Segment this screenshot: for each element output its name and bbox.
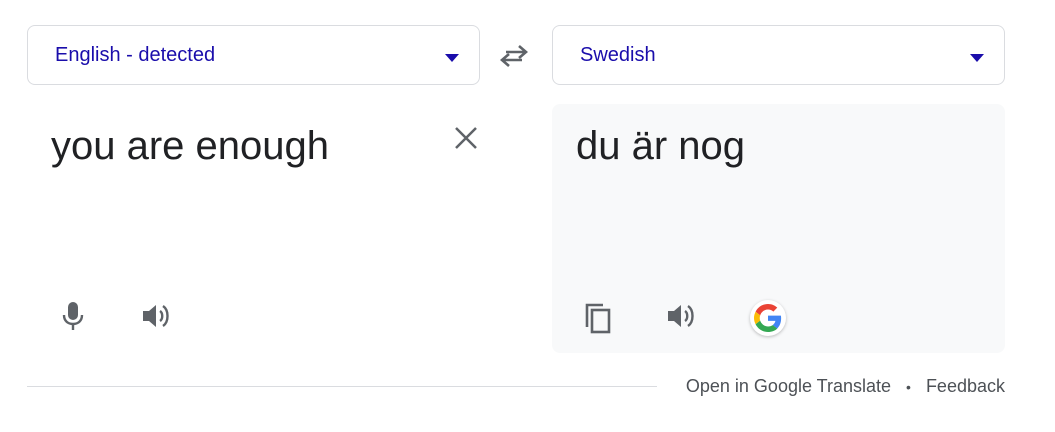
chevron-down-icon	[445, 54, 459, 62]
footer-separator: •	[906, 378, 911, 395]
microphone-icon	[62, 302, 84, 330]
listen-source-button[interactable]	[139, 296, 175, 336]
google-logo-icon	[754, 304, 782, 332]
source-language-label: English - detected	[55, 43, 216, 66]
source-text-input[interactable]: you are enough	[51, 122, 329, 170]
speaker-icon	[668, 305, 694, 327]
close-icon	[455, 127, 477, 149]
footer-links: Open in Google Translate • Feedback	[686, 376, 1005, 397]
voice-input-button[interactable]	[55, 296, 91, 336]
google-g-logo[interactable]	[750, 300, 786, 336]
open-in-google-translate-link[interactable]: Open in Google Translate	[686, 376, 891, 397]
copy-translation-button[interactable]	[580, 298, 616, 338]
clear-text-button[interactable]	[450, 122, 482, 154]
translated-text: du är nog	[576, 124, 746, 168]
swap-languages-button[interactable]	[497, 40, 531, 72]
target-language-select[interactable]: Swedish	[552, 25, 1005, 85]
chevron-down-icon	[970, 54, 984, 62]
listen-translation-button[interactable]	[664, 296, 700, 336]
speaker-icon	[143, 305, 169, 327]
copy-icon	[585, 303, 611, 334]
footer-divider	[27, 386, 657, 387]
target-language-label: Swedish	[580, 43, 656, 66]
source-language-select[interactable]: English - detected	[27, 25, 480, 85]
feedback-link[interactable]: Feedback	[926, 376, 1005, 397]
swap-arrows-icon	[500, 45, 528, 67]
translation-panel: du är nog	[552, 104, 1005, 353]
